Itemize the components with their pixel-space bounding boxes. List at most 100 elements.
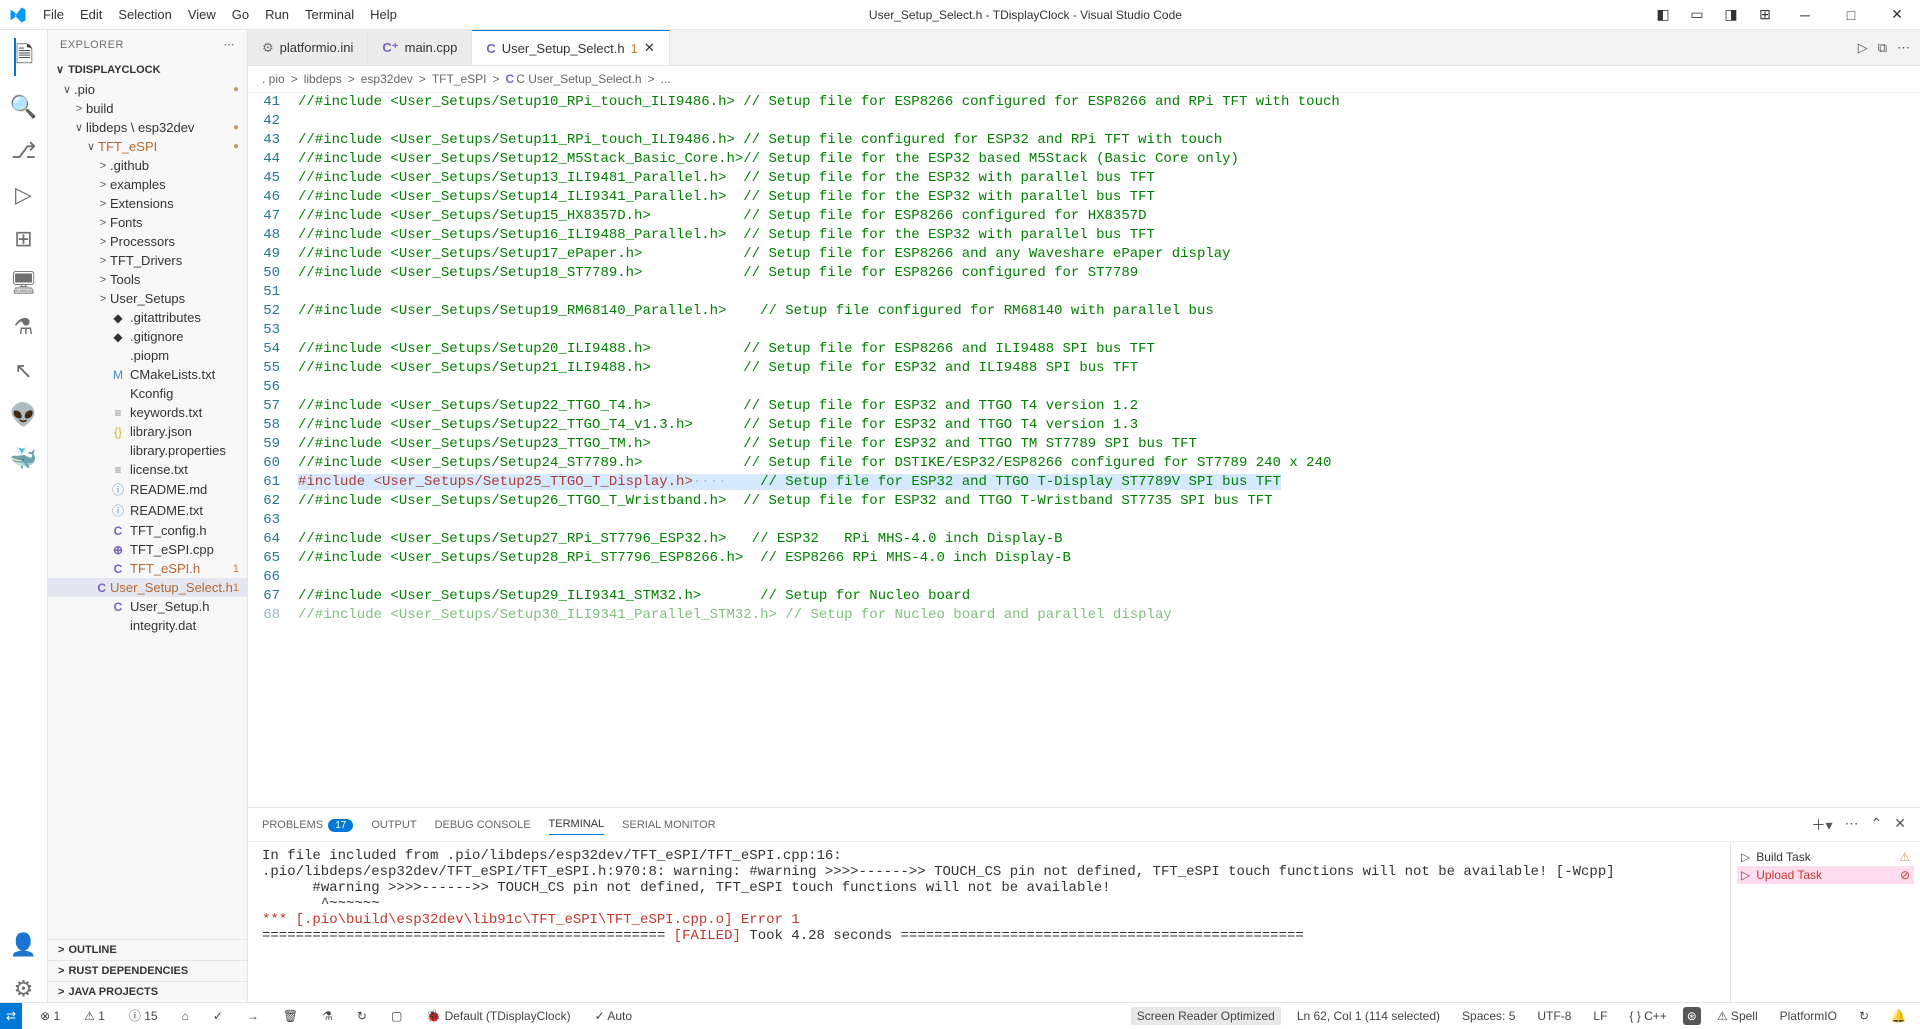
cursor-icon[interactable]: ↖ — [14, 358, 32, 384]
tree-item[interactable]: >examples — [48, 175, 247, 194]
status-trash[interactable]: 🗑 — [277, 1009, 304, 1023]
tree-item[interactable]: ∨.pio● — [48, 80, 247, 99]
remote-indicator[interactable]: ⇄ — [0, 1003, 22, 1029]
status-info[interactable]: ⓘ 15 — [123, 1007, 164, 1024]
minimize-btn[interactable]: ─ — [1782, 6, 1828, 23]
cursor-pos[interactable]: Ln 62, Col 1 (114 selected) — [1291, 1009, 1446, 1023]
bell-icon[interactable]: 🔔 — [1885, 1009, 1912, 1023]
lang[interactable]: { } C++ — [1623, 1009, 1672, 1023]
tree-item[interactable]: CTFT_config.h — [48, 521, 247, 540]
status-refresh[interactable]: ↻ — [351, 1009, 373, 1023]
tree-item[interactable]: integrity.dat — [48, 616, 247, 635]
status-box[interactable]: ▢ — [385, 1009, 408, 1023]
close-btn[interactable]: ✕ — [1874, 6, 1920, 23]
new-terminal-icon[interactable]: ＋▾ — [1812, 815, 1833, 835]
sync[interactable]: ↻ — [1853, 1009, 1875, 1023]
terminal-tab[interactable]: TERMINAL — [549, 814, 605, 835]
screen-reader[interactable]: Screen Reader Optimized — [1131, 1007, 1281, 1025]
tree-item[interactable]: >User_Setups — [48, 289, 247, 308]
tree-item[interactable]: >Tools — [48, 270, 247, 289]
tree-item[interactable]: ⓘREADME.md — [48, 479, 247, 500]
status-check[interactable]: ✓ — [207, 1009, 229, 1023]
menu-selection[interactable]: Selection — [110, 3, 179, 26]
platformio[interactable]: PlatformIO — [1774, 1009, 1843, 1023]
tree-item[interactable]: ◆.gitattributes — [48, 308, 247, 327]
java-section[interactable]: >JAVA PROJECTS — [48, 981, 247, 1002]
tab-main[interactable]: C⁺main.cpp — [368, 30, 472, 65]
tree-item[interactable]: ∨TFT_eSPI● — [48, 137, 247, 156]
explorer-icon[interactable]: 🗎 — [14, 38, 34, 76]
tree-item[interactable]: .piopm — [48, 346, 247, 365]
output-tab[interactable]: OUTPUT — [371, 815, 416, 835]
menu-view[interactable]: View — [180, 3, 224, 26]
tab-platformio[interactable]: ⚙platformio.ini — [248, 30, 368, 65]
more-icon[interactable]: ⋯ — [1845, 815, 1859, 835]
tree-item[interactable]: Kconfig — [48, 384, 247, 403]
layout-btn4[interactable]: ⊞ — [1748, 6, 1782, 23]
status-auto[interactable]: ✓ Auto — [589, 1009, 638, 1023]
tree-item[interactable]: ⊕TFT_eSPI.cpp — [48, 540, 247, 559]
extensions-icon[interactable]: ⊞ — [14, 226, 32, 252]
tree-item[interactable]: CUser_Setup.h — [48, 597, 247, 616]
tree-item[interactable]: CTFT_eSPI.h1 — [48, 559, 247, 578]
menu-help[interactable]: Help — [362, 3, 405, 26]
tree-item[interactable]: ≡license.txt — [48, 460, 247, 479]
search-icon[interactable]: 🔍 — [10, 94, 37, 120]
more-icon[interactable]: ⋯ — [224, 38, 236, 51]
tree-item[interactable]: ∨libdeps \ esp32dev● — [48, 118, 247, 137]
tree-item[interactable]: >Extensions — [48, 194, 247, 213]
scm-icon[interactable]: ⎇ — [11, 138, 36, 164]
remote-icon[interactable]: 🖥 — [10, 270, 38, 296]
indent[interactable]: Spaces: 5 — [1456, 1009, 1521, 1023]
layout-btn3[interactable]: ◨ — [1714, 6, 1748, 23]
tree-item[interactable]: ≡keywords.txt — [48, 403, 247, 422]
encoding[interactable]: UTF-8 — [1531, 1009, 1577, 1023]
project-section[interactable]: ∨TDISPLAYCLOCK — [48, 59, 247, 80]
build-task[interactable]: ▷Build Task⚠ — [1737, 848, 1914, 866]
code-editor[interactable]: 41//#include <User_Setups/Setup10_RPi_to… — [248, 93, 1920, 807]
tree-item[interactable]: ⓘREADME.txt — [48, 500, 247, 521]
maximize-panel-icon[interactable]: ⌃ — [1871, 815, 1883, 835]
menu-edit[interactable]: Edit — [72, 3, 110, 26]
tree-item[interactable]: library.properties — [48, 441, 247, 460]
menu-file[interactable]: File — [35, 3, 72, 26]
terminal-output[interactable]: In file included from .pio/libdeps/esp32… — [248, 842, 1730, 1002]
split-icon[interactable]: ⧉ — [1878, 40, 1887, 56]
spell[interactable]: ⚠ Spell — [1711, 1009, 1764, 1023]
debug-icon[interactable]: ▷ — [15, 182, 32, 208]
test-icon[interactable]: ⚗ — [14, 314, 34, 340]
tree-item[interactable]: >Processors — [48, 232, 247, 251]
outline-section[interactable]: >OUTLINE — [48, 939, 247, 960]
rust-section[interactable]: >RUST DEPENDENCIES — [48, 960, 247, 981]
tree-item[interactable]: >build — [48, 99, 247, 118]
account-icon[interactable]: 👤 — [10, 932, 37, 958]
upload-task[interactable]: ▷Upload Task⊘ — [1737, 866, 1914, 884]
menu-go[interactable]: Go — [224, 3, 257, 26]
close-tab-icon[interactable]: ✕ — [644, 40, 655, 56]
tree-item[interactable]: {}library.json — [48, 422, 247, 441]
settings-icon[interactable]: ⚙ — [14, 976, 34, 1002]
tree-item[interactable]: >TFT_Drivers — [48, 251, 247, 270]
menu-terminal[interactable]: Terminal — [297, 3, 362, 26]
close-panel-icon[interactable]: ✕ — [1894, 815, 1906, 835]
tree-item[interactable]: ◆.gitignore — [48, 327, 247, 346]
serial-tab[interactable]: SERIAL MONITOR — [622, 815, 716, 835]
debug-tab[interactable]: DEBUG CONSOLE — [435, 815, 531, 835]
maximize-btn[interactable]: □ — [1828, 6, 1874, 23]
status-home[interactable]: ⌂ — [176, 1009, 195, 1023]
run-icon[interactable]: ▷ — [1858, 40, 1868, 56]
copilot[interactable]: ⊛ — [1683, 1007, 1701, 1025]
status-target[interactable]: 🐞 Default (TDisplayClock) — [420, 1009, 576, 1023]
more-icon[interactable]: ⋯ — [1897, 40, 1910, 56]
layout-btn[interactable]: ◧ — [1646, 6, 1680, 23]
layout-btn2[interactable]: ▭ — [1680, 6, 1714, 23]
tree-item[interactable]: >Fonts — [48, 213, 247, 232]
tree-item[interactable]: >.github — [48, 156, 247, 175]
docker-icon[interactable]: 🐳 — [10, 446, 37, 472]
status-flask[interactable]: ⚗ — [316, 1009, 339, 1023]
problems-tab[interactable]: PROBLEMS 17 — [262, 815, 353, 835]
menu-run[interactable]: Run — [257, 3, 297, 26]
tree-item[interactable]: MCMakeLists.txt — [48, 365, 247, 384]
status-arrow[interactable]: → — [241, 1009, 265, 1023]
tree-item[interactable]: CUser_Setup_Select.h1 — [48, 578, 247, 597]
